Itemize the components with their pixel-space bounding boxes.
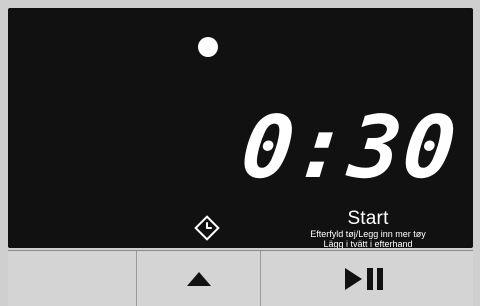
up-button[interactable] (137, 251, 261, 306)
time-display: 0:30 (236, 98, 463, 198)
start-info: Start Efterfyld tøj/Legg inn mer tøy Läg… (293, 208, 443, 249)
clock-diamond-icon (194, 215, 220, 241)
appliance-panel: 0:30 Start Efterfyld tøj/Legg inn mer tø… (0, 0, 480, 306)
play-pause-button[interactable] (261, 251, 473, 306)
start-label: Start (347, 208, 389, 229)
start-sub-line-1: Efterfyld tøj/Legg inn mer tøy (310, 229, 426, 239)
status-dot-icon (198, 37, 218, 57)
triangle-up-icon (186, 272, 211, 286)
blank-button[interactable] (8, 251, 137, 306)
control-buttons (8, 250, 473, 306)
start-sub-line-2: Lägg i tvätt i efterhand (323, 239, 413, 249)
display-screen: 0:30 Start Efterfyld tøj/Legg inn mer tø… (8, 8, 473, 248)
play-pause-icon (345, 268, 383, 290)
